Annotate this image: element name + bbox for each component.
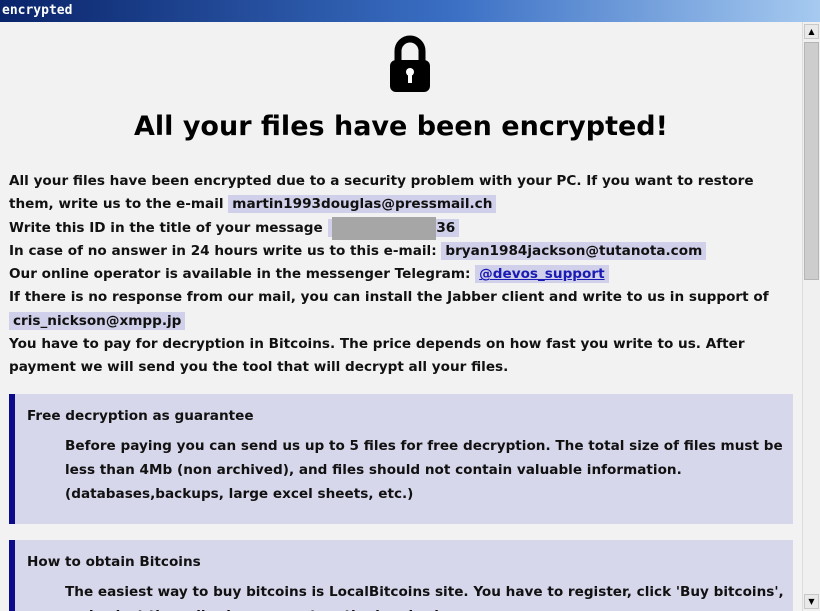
- free-decryption-text: Before paying you can send us up to 5 fi…: [65, 438, 783, 502]
- arrow-up-icon: ▲: [808, 27, 815, 36]
- scroll-up-button[interactable]: ▲: [804, 24, 819, 39]
- message-line: Our online operator is available in the …: [9, 263, 795, 286]
- scrollbar-thumb[interactable]: [804, 42, 819, 280]
- no-answer-instructions: In case of no answer in 24 hours write u…: [9, 242, 437, 259]
- message-line: If there is no response from our mail, y…: [9, 286, 795, 309]
- bitcoins-box: How to obtain Bitcoins The easiest way t…: [9, 540, 793, 611]
- padlock-icon: [385, 34, 435, 94]
- free-decryption-box: Free decryption as guarantee Before payi…: [9, 394, 793, 524]
- arrow-down-icon: ▼: [808, 597, 815, 606]
- contact-email-primary[interactable]: martin1993douglas@pressmail.ch: [228, 195, 497, 214]
- window-title: encrypted: [2, 3, 73, 18]
- jabber-instructions: If there is no response from our mail, y…: [9, 289, 769, 306]
- redacted-id: XXXXXXXXXX: [331, 216, 437, 240]
- message-line: In case of no answer in 24 hours write u…: [9, 240, 795, 263]
- telegram-link[interactable]: @devos_support: [479, 266, 604, 282]
- id-instructions: Write this ID in the title of your messa…: [9, 219, 323, 236]
- vertical-scrollbar[interactable]: ▲ ▼: [802, 22, 820, 611]
- message-line: cris_nickson@xmpp.jp: [9, 310, 795, 333]
- ransom-message: All your files have been encrypted due t…: [9, 170, 795, 380]
- free-decryption-title: Free decryption as guarantee: [27, 408, 254, 424]
- jabber-id[interactable]: cris_nickson@xmpp.jp: [9, 311, 186, 330]
- message-line: You have to pay for decryption in Bitcoi…: [9, 333, 795, 380]
- payment-instructions: You have to pay for decryption in Bitcoi…: [9, 336, 745, 376]
- message-line: All your files have been encrypted due t…: [9, 170, 795, 217]
- page-heading: All your files have been encrypted!: [134, 111, 668, 142]
- ransom-note-content: All your files have been encrypted! All …: [0, 22, 802, 611]
- telegram-instructions: Our online operator is available in the …: [9, 266, 471, 283]
- contact-email-secondary[interactable]: bryan1984jackson@tutanota.com: [441, 241, 707, 260]
- scroll-down-button[interactable]: ▼: [804, 594, 819, 609]
- window-title-bar[interactable]: encrypted: [0, 0, 820, 22]
- bitcoins-title: How to obtain Bitcoins: [27, 554, 201, 570]
- bitcoins-text: The easiest way to buy bitcoins is Local…: [65, 584, 784, 611]
- message-line: Write this ID in the title of your messa…: [9, 216, 795, 240]
- victim-id[interactable]: XXXXXXXXXX36: [327, 216, 460, 240]
